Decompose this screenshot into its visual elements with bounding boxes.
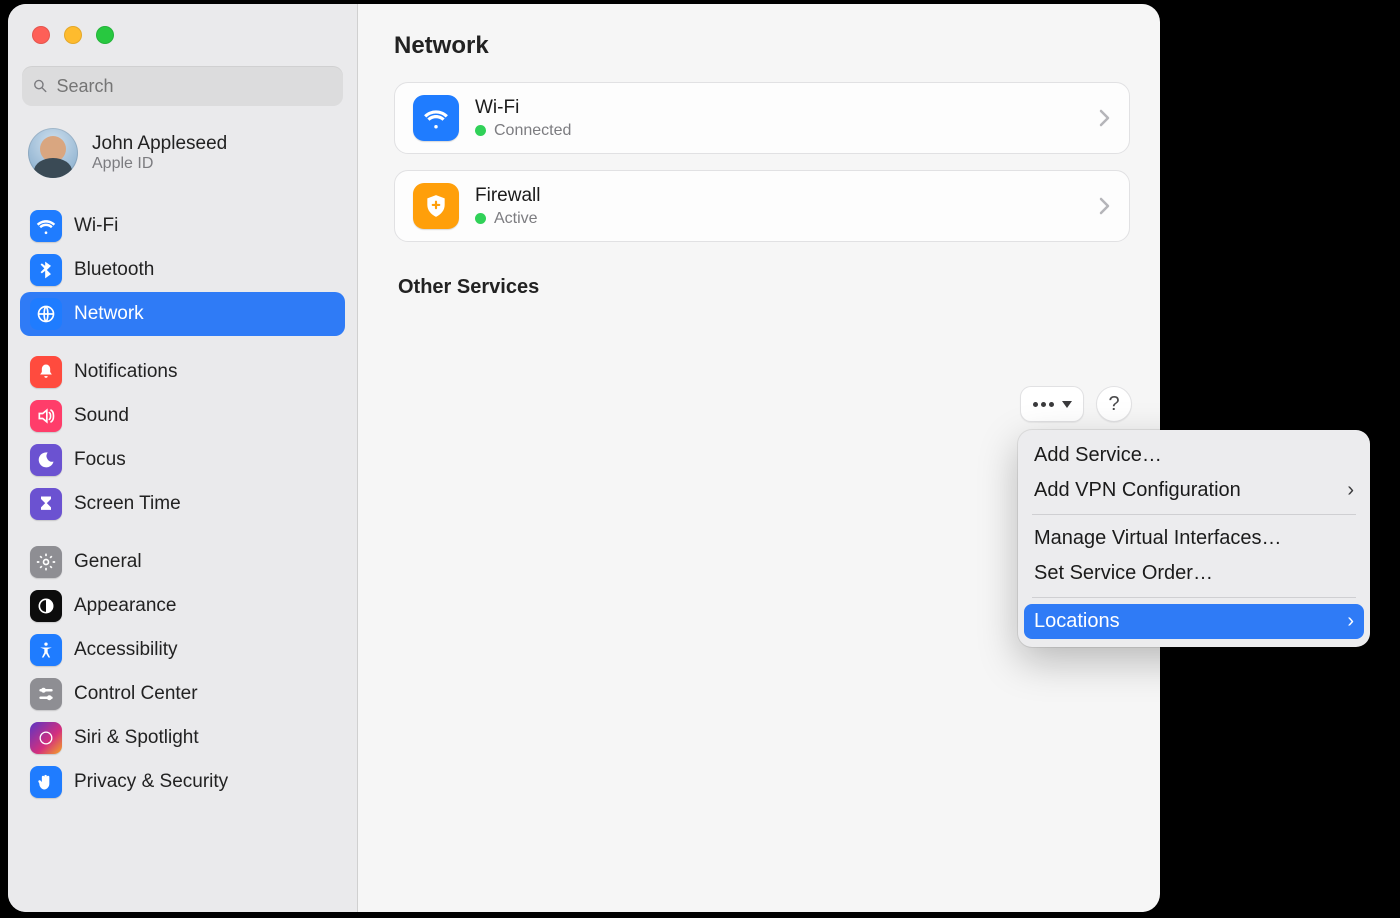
sidebar-item-focus[interactable]: Focus xyxy=(20,438,345,482)
status-dot-icon xyxy=(475,125,486,136)
wifi-icon xyxy=(30,210,62,242)
menu-item-label: Locations xyxy=(1034,610,1120,633)
sidebar-item-label: Siri & Spotlight xyxy=(74,727,199,749)
chevron-down-icon xyxy=(1062,401,1072,408)
appearance-icon xyxy=(30,590,62,622)
menu-item-manage-virtual[interactable]: Manage Virtual Interfaces… xyxy=(1018,521,1370,556)
moon-icon xyxy=(30,444,62,476)
firewall-row[interactable]: Firewall Active xyxy=(394,170,1130,242)
sidebar-item-sound[interactable]: Sound xyxy=(20,394,345,438)
wifi-row[interactable]: Wi-Fi Connected xyxy=(394,82,1130,154)
avatar xyxy=(28,128,78,178)
account-name: John Appleseed xyxy=(92,133,227,155)
wifi-title: Wi-Fi xyxy=(475,97,1083,119)
menu-item-locations[interactable]: Locations › xyxy=(1024,604,1364,639)
wifi-status: Connected xyxy=(494,122,571,140)
menu-item-label: Set Service Order… xyxy=(1034,562,1213,585)
help-button[interactable]: ? xyxy=(1096,386,1132,422)
gear-icon xyxy=(30,546,62,578)
firewall-status: Active xyxy=(494,210,538,228)
account-subtitle: Apple ID xyxy=(92,155,227,173)
sidebar-item-label: Appearance xyxy=(74,595,176,617)
sidebar-item-label: Privacy & Security xyxy=(74,771,228,793)
menu-item-set-order[interactable]: Set Service Order… xyxy=(1018,556,1370,591)
more-actions-menu: Add Service… Add VPN Configuration › Man… xyxy=(1018,430,1370,647)
bell-icon xyxy=(30,356,62,388)
page-title: Network xyxy=(394,32,1130,60)
search-icon xyxy=(32,77,49,95)
sidebar-item-notifications[interactable]: Notifications xyxy=(20,350,345,394)
sidebar-item-label: Focus xyxy=(74,449,126,471)
search-input[interactable] xyxy=(57,76,333,97)
fullscreen-window-icon[interactable] xyxy=(96,26,114,44)
sidebar-item-bluetooth[interactable]: Bluetooth xyxy=(20,248,345,292)
chevron-right-icon xyxy=(1099,197,1111,215)
menu-item-add-service[interactable]: Add Service… xyxy=(1018,438,1370,473)
sidebar-item-label: Control Center xyxy=(74,683,198,705)
settings-window: John Appleseed Apple ID Wi-Fi Bluetooth … xyxy=(8,4,1160,912)
hourglass-icon xyxy=(30,488,62,520)
firewall-title: Firewall xyxy=(475,185,1083,207)
sidebar-nav: Wi-Fi Bluetooth Network Notifications xyxy=(8,186,357,808)
close-window-icon[interactable] xyxy=(32,26,50,44)
chevron-right-icon: › xyxy=(1347,479,1354,502)
sliders-icon xyxy=(30,678,62,710)
menu-item-add-vpn[interactable]: Add VPN Configuration › xyxy=(1018,473,1370,508)
sidebar-item-accessibility[interactable]: Accessibility xyxy=(20,628,345,672)
sidebar-item-label: General xyxy=(74,551,142,573)
chevron-right-icon xyxy=(1099,109,1111,127)
sidebar-item-label: Wi-Fi xyxy=(74,215,118,237)
sidebar: John Appleseed Apple ID Wi-Fi Bluetooth … xyxy=(8,4,358,912)
other-services-heading: Other Services xyxy=(398,276,1130,299)
sidebar-item-label: Network xyxy=(74,303,144,325)
sidebar-item-label: Notifications xyxy=(74,361,178,383)
sidebar-item-network[interactable]: Network xyxy=(20,292,345,336)
sidebar-item-siri[interactable]: Siri & Spotlight xyxy=(20,716,345,760)
sidebar-item-general[interactable]: General xyxy=(20,540,345,584)
firewall-icon xyxy=(413,183,459,229)
speaker-icon xyxy=(30,400,62,432)
menu-item-label: Manage Virtual Interfaces… xyxy=(1034,527,1282,550)
search-field[interactable] xyxy=(22,66,343,106)
minimize-window-icon[interactable] xyxy=(64,26,82,44)
bluetooth-icon xyxy=(30,254,62,286)
sidebar-item-wifi[interactable]: Wi-Fi xyxy=(20,204,345,248)
sidebar-item-screen-time[interactable]: Screen Time xyxy=(20,482,345,526)
menu-separator xyxy=(1032,514,1356,515)
menu-item-label: Add VPN Configuration xyxy=(1034,479,1241,502)
siri-icon xyxy=(30,722,62,754)
wifi-icon xyxy=(413,95,459,141)
account-row[interactable]: John Appleseed Apple ID xyxy=(8,106,357,186)
globe-icon xyxy=(30,298,62,330)
accessibility-icon xyxy=(30,634,62,666)
status-dot-icon xyxy=(475,213,486,224)
window-controls xyxy=(8,4,357,44)
menu-item-label: Add Service… xyxy=(1034,444,1162,467)
chevron-right-icon: › xyxy=(1347,610,1354,633)
sidebar-item-control-center[interactable]: Control Center xyxy=(20,672,345,716)
menu-separator xyxy=(1032,597,1356,598)
hand-icon xyxy=(30,766,62,798)
sidebar-item-label: Bluetooth xyxy=(74,259,154,281)
more-actions-button[interactable] xyxy=(1020,386,1084,422)
more-icon xyxy=(1033,402,1054,407)
sidebar-item-appearance[interactable]: Appearance xyxy=(20,584,345,628)
sidebar-item-label: Accessibility xyxy=(74,639,177,661)
sidebar-item-label: Sound xyxy=(74,405,129,427)
sidebar-item-privacy[interactable]: Privacy & Security xyxy=(20,760,345,804)
sidebar-item-label: Screen Time xyxy=(74,493,181,515)
